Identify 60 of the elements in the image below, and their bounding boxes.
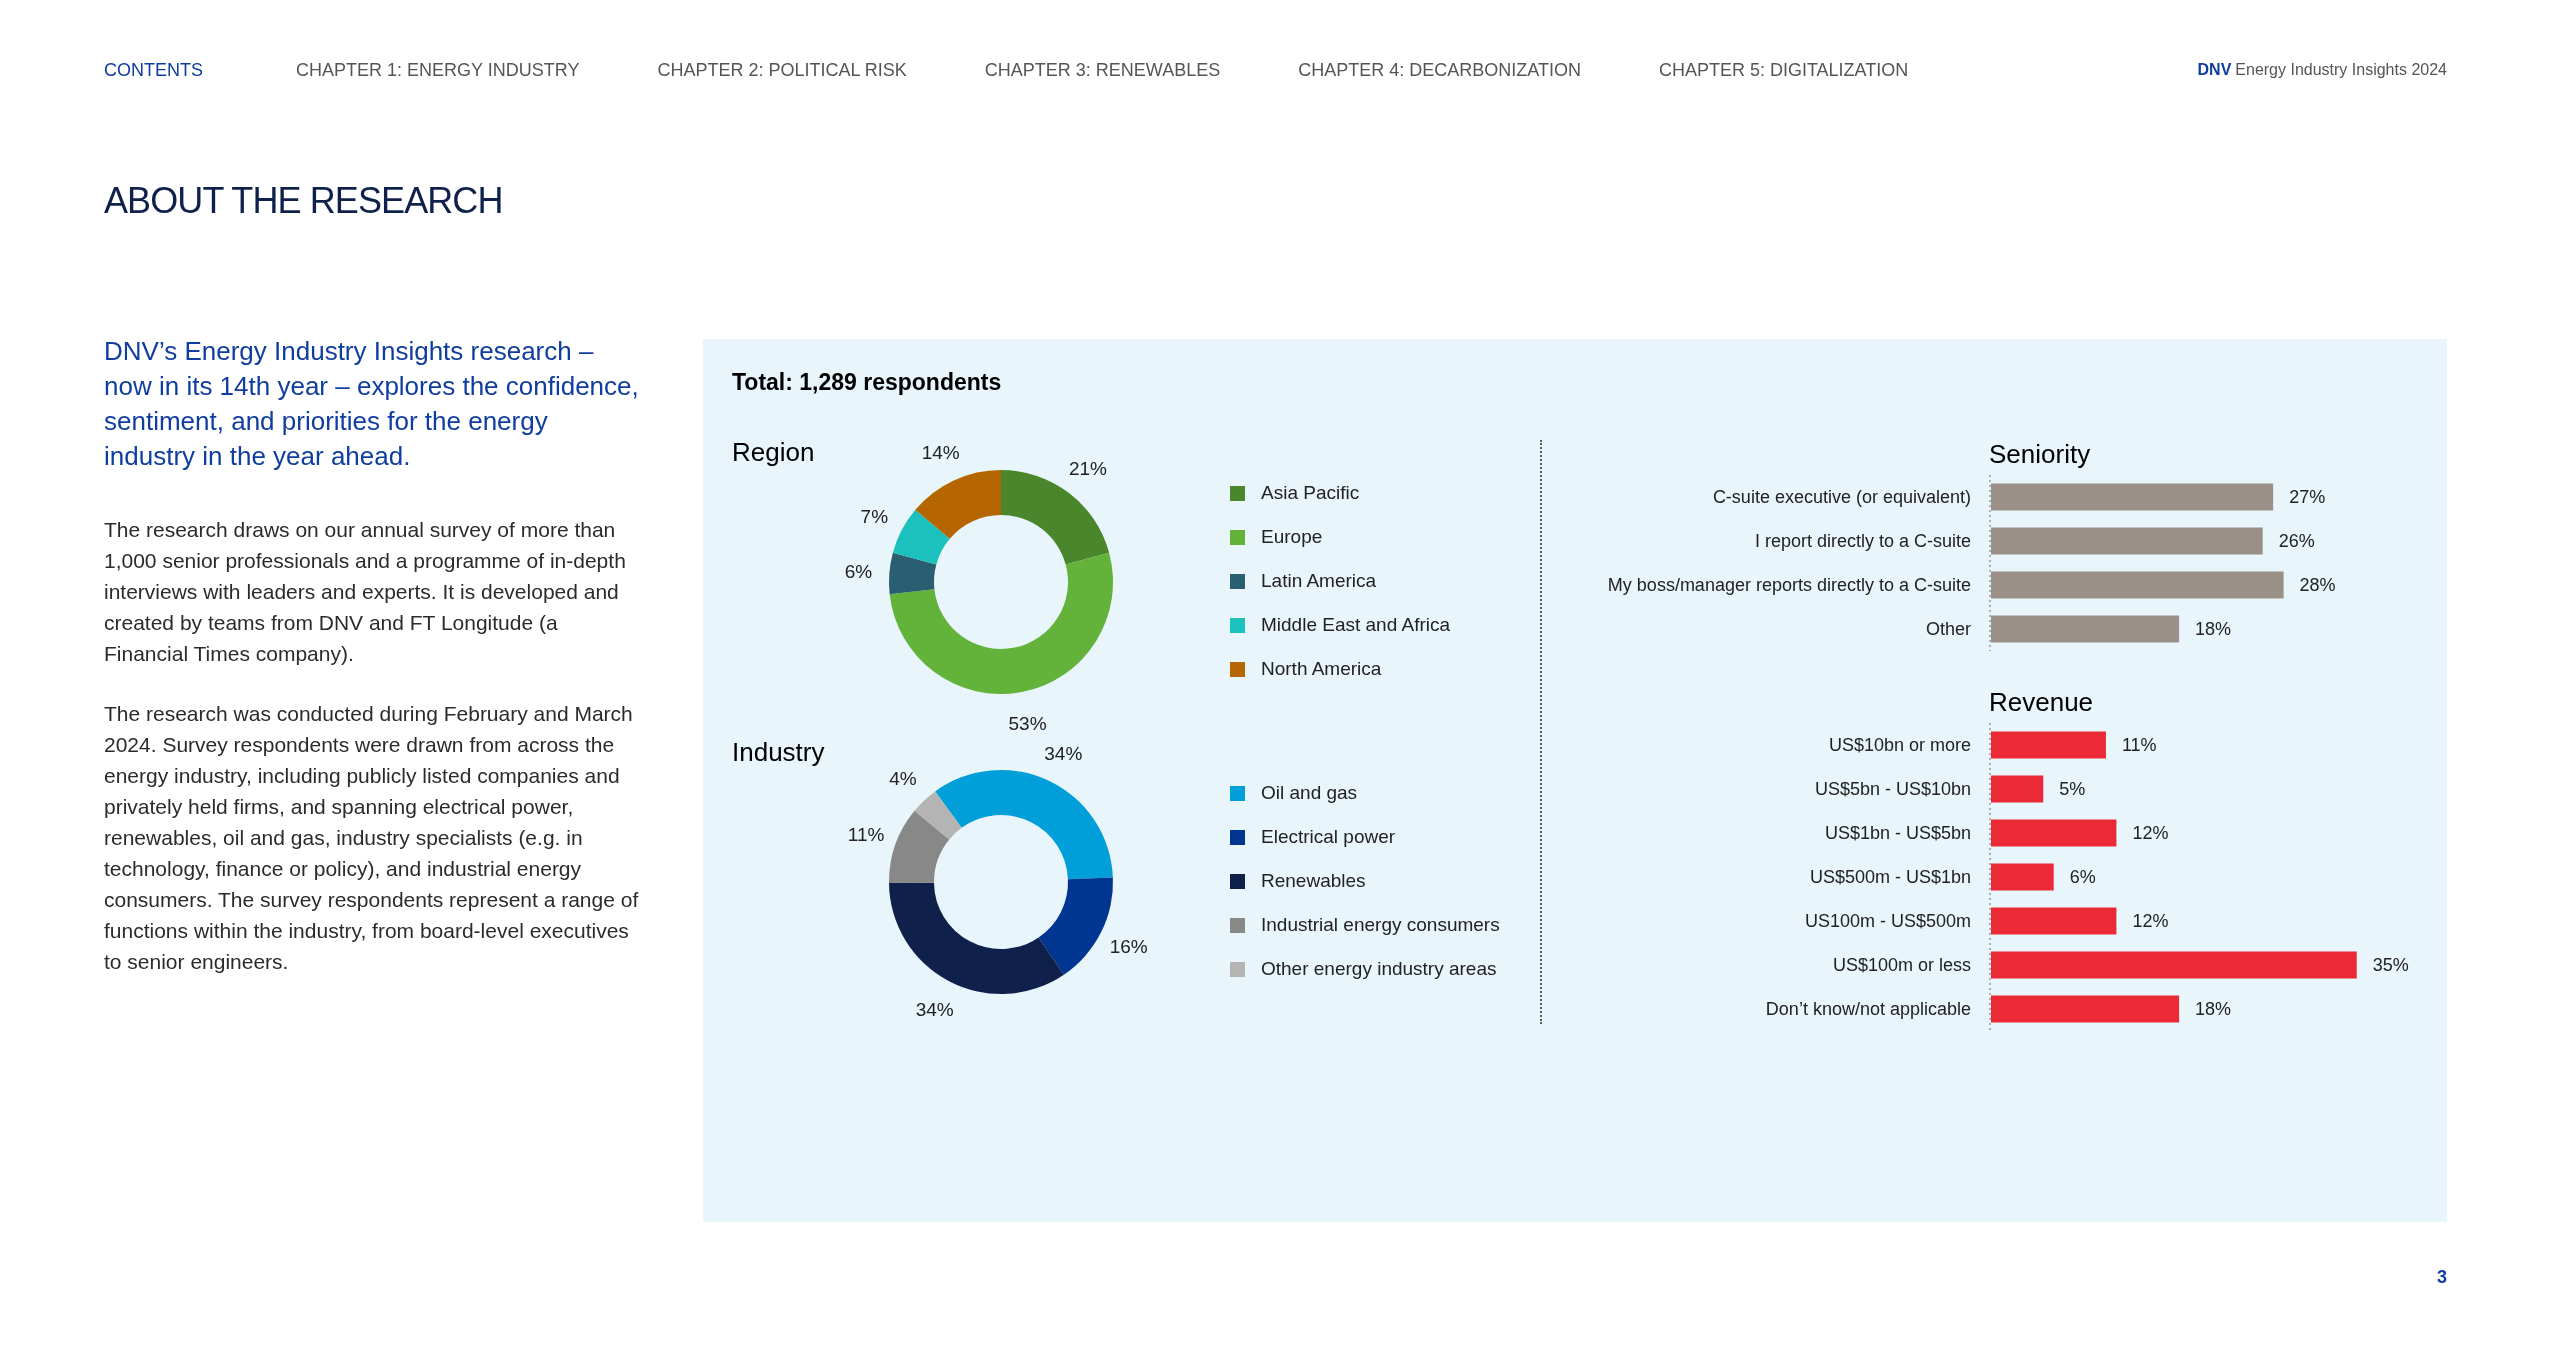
- bar-label: US$5bn - US$10bn: [1814, 779, 1971, 799]
- chart-title: Revenue: [1989, 686, 2094, 718]
- brand-logo: DNV: [2197, 60, 2232, 80]
- value-label: 18%: [2195, 999, 2232, 1019]
- value-label: 53%: [1008, 712, 1047, 732]
- nav-link[interactable]: CHAPTER 5: DIGITALIZATION: [1658, 58, 1909, 82]
- value-label: 12%: [2132, 911, 2169, 931]
- bar-label: US$100m or less: [1832, 955, 1971, 975]
- value-label: 6%: [2069, 867, 2096, 887]
- bar-label: C-suite executive (or equivalent): [1712, 487, 1971, 507]
- legend-label: Electrical power: [1261, 824, 1396, 849]
- value-label: 35%: [2372, 955, 2409, 975]
- bar-label: US$500m - US$1bn: [1809, 867, 1971, 887]
- value-label: 27%: [2289, 487, 2326, 507]
- body-paragraph: The research draws on our annual survey of more than 1,000 senior professionals and a programme of in-depth interviews with leaders and experts. It is developed and created by teams from DNV and FT Longitude (a Financial Times company).: [104, 517, 627, 667]
- bar-label: Don’t know/not applicable: [1765, 999, 1971, 1019]
- bar-label: I report directly to a C-suite: [1754, 531, 1971, 551]
- bar-label: US$10bn or more: [1828, 735, 1971, 755]
- page-title: ABOUT THE RESEARCH: [104, 179, 503, 223]
- legend-label: North America: [1261, 656, 1382, 681]
- value-label: 11%: [847, 824, 885, 846]
- body-paragraph: The research was conducted during February and March 2024. Survey respondents were drawn from across the energy industry, including publicly listed companies and privately held firms, and spanning electrical power, renewables, oil and gas, industry specialists (e.g. in technology, finance or policy), and industrial energy consumers. The survey respondents represent a range of functions within the industry, from board-level executives to senior engineers.: [104, 701, 640, 975]
- legend-label: Latin America: [1261, 568, 1377, 593]
- value-label: 11%: [2121, 735, 2157, 755]
- value-label: 34%: [1044, 743, 1083, 765]
- page-number: 3: [2437, 1266, 2447, 1289]
- legend-label: Asia Pacific: [1261, 480, 1360, 505]
- bar-label: Other: [1925, 619, 1971, 639]
- value-label: 26%: [2278, 531, 2315, 551]
- nav-link[interactable]: CHAPTER 3: RENEWABLES: [984, 58, 1221, 82]
- bar-label: US$1bn - US$5bn: [1824, 823, 1971, 843]
- nav-link[interactable]: CHAPTER 1: ENERGY INDUSTRY: [296, 58, 580, 82]
- value-label: 18%: [2195, 619, 2232, 639]
- bar-label: My boss/manager reports directly to a C-suite: [1607, 575, 1971, 595]
- legend-label: Renewables: [1261, 868, 1366, 893]
- publication-title: Energy Industry Insights 2024: [2235, 60, 2447, 80]
- value-label: 21%: [1068, 458, 1107, 480]
- value-label: 7%: [860, 505, 889, 527]
- value-label: 14%: [921, 442, 960, 464]
- value-label: 34%: [915, 998, 954, 1020]
- chart-title: Seniority: [1989, 438, 2091, 470]
- legend-label: Industrial energy consumers: [1261, 912, 1500, 937]
- total-respondents: Total: 1,289 respondents: [732, 368, 1002, 397]
- value-label: 6%: [844, 560, 873, 582]
- chart-title: Industry: [732, 736, 826, 768]
- intro-text: DNV’s Energy Industry Insights research – now in its 14th year – explores the confidence, sentiment, and priorities for the energy industry in the year ahead.: [104, 335, 640, 473]
- bar-label: US100m - US$500m: [1804, 911, 1971, 931]
- legend-label: Europe: [1261, 524, 1323, 549]
- nav-link[interactable]: CHAPTER 2: POLITICAL RISK: [657, 58, 907, 82]
- legend-label: Oil and gas: [1261, 780, 1358, 805]
- value-label: 28%: [2299, 575, 2336, 595]
- nav-link[interactable]: CONTENTS: [104, 58, 203, 82]
- nav-link[interactable]: CHAPTER 4: DECARBONIZATION: [1298, 58, 1581, 82]
- value-label: 4%: [889, 767, 917, 789]
- legend-label: Middle East and Africa: [1261, 612, 1451, 637]
- value-label: 12%: [2132, 823, 2169, 843]
- value-label: 5%: [2059, 779, 2086, 799]
- legend-label: Other energy industry areas: [1261, 956, 1497, 981]
- value-label: 16%: [1109, 936, 1148, 958]
- chart-title: Region: [732, 436, 816, 468]
